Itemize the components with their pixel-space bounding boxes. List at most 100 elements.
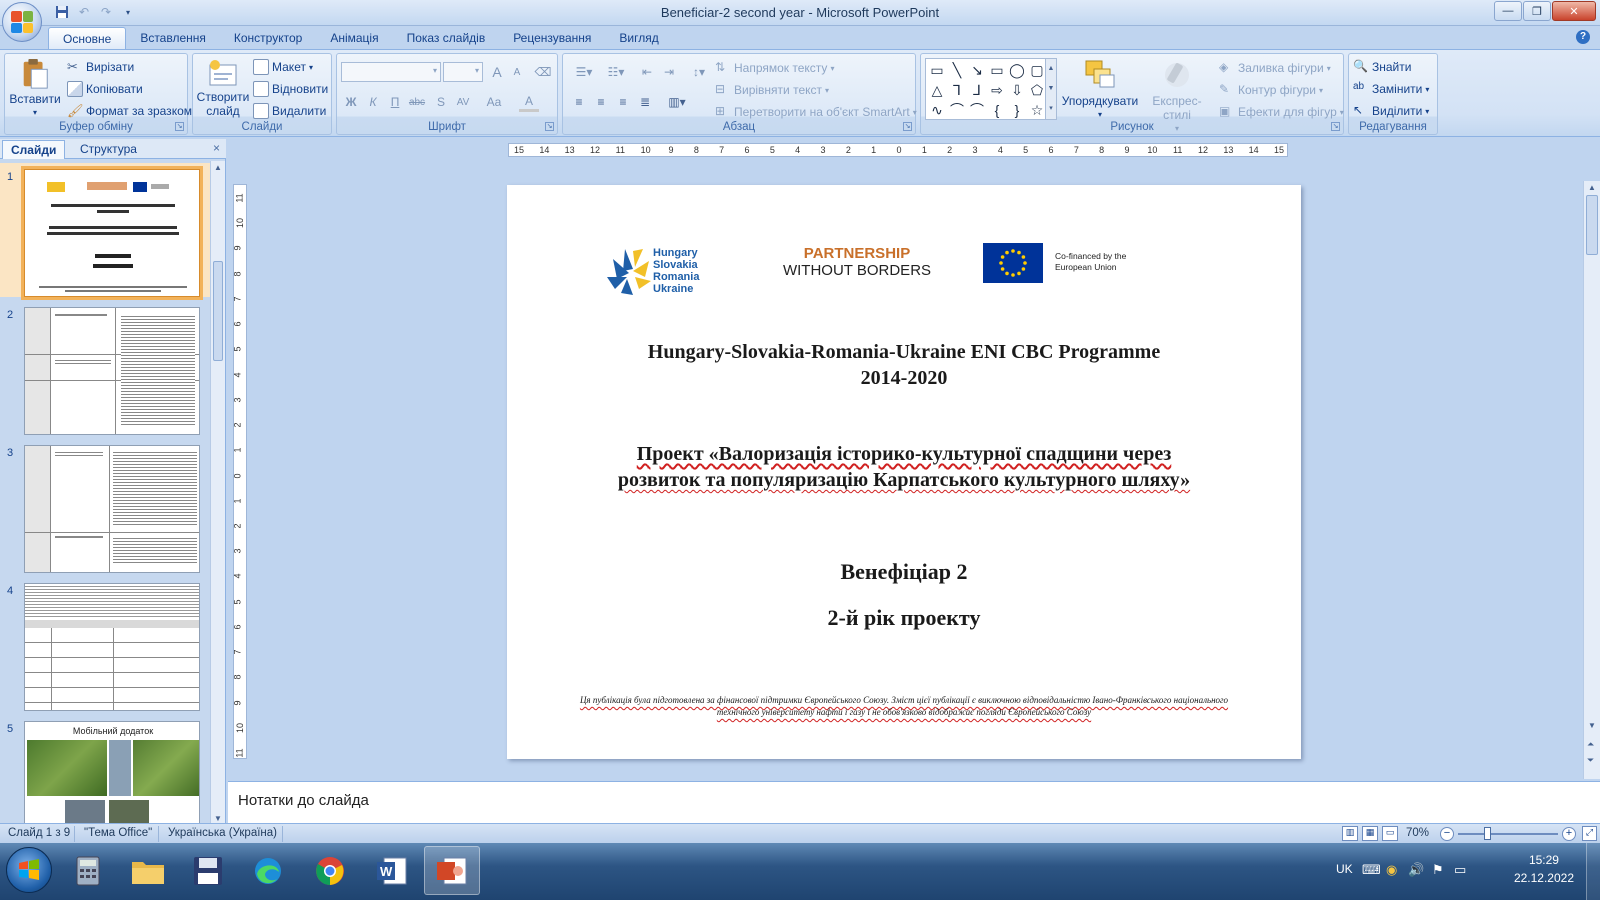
- shrink-font-button[interactable]: A: [507, 62, 527, 82]
- shape-effects-button[interactable]: ▣ Ефекти для фігур ▾: [1219, 104, 1344, 120]
- shapes-gallery-scroll[interactable]: ▲ ▼ ▾: [1045, 58, 1057, 120]
- star-shape-icon[interactable]: ☆: [1028, 101, 1046, 119]
- replace-button[interactable]: ab Замінити ▾: [1353, 81, 1429, 97]
- numbering-button[interactable]: ☷▾: [601, 62, 631, 82]
- cut-button[interactable]: ✂ Вирізати: [67, 59, 134, 75]
- rounded-rect-shape-icon[interactable]: ▢: [1028, 61, 1046, 79]
- align-center-icon[interactable]: ≡: [591, 92, 611, 112]
- horizontal-ruler[interactable]: 15 14 13 12 11 10 9 8 7 6 5 4 3 2 1 0 1 2 3 4 5 6 7 8 9 10 11 12 13 1…: [508, 143, 1288, 157]
- update-icon[interactable]: ◉: [1386, 862, 1397, 878]
- rectangle-shape-icon[interactable]: ▭: [988, 61, 1006, 79]
- help-icon[interactable]: ?: [1576, 30, 1590, 44]
- taskbar-explorer[interactable]: [120, 846, 176, 895]
- arrow-shape-icon[interactable]: ↘: [968, 61, 986, 79]
- select-button[interactable]: ↖ Виділити ▾: [1353, 103, 1429, 119]
- taskbar-save-app[interactable]: [180, 846, 236, 895]
- clear-formatting-icon[interactable]: ⌫: [533, 62, 553, 82]
- zoom-out-icon[interactable]: −: [1440, 827, 1454, 841]
- grow-font-button[interactable]: A: [487, 62, 507, 82]
- tab-animations[interactable]: Анімація: [316, 27, 392, 50]
- slide-thumbnail-4[interactable]: 4: [0, 577, 210, 711]
- tab-slide-show[interactable]: Показ слайдів: [393, 27, 500, 50]
- bullets-button[interactable]: ☰▾: [569, 62, 599, 82]
- slide-sorter-view-icon[interactable]: ▦: [1362, 826, 1378, 841]
- shape-fill-button[interactable]: ◈ Заливка фігури ▾: [1219, 60, 1331, 76]
- align-right-icon[interactable]: ≡: [613, 92, 633, 112]
- right-arrow-shape-icon[interactable]: ⇨: [988, 81, 1006, 99]
- tab-slides[interactable]: Слайди: [2, 140, 66, 159]
- elbow-connector-icon[interactable]: ⅂: [948, 81, 966, 99]
- layout-button[interactable]: Макет ▾: [253, 59, 313, 75]
- change-case-button[interactable]: Aa: [481, 92, 507, 112]
- italic-button[interactable]: К: [363, 92, 383, 112]
- justify-icon[interactable]: ≣: [635, 92, 655, 112]
- taskbar-calculator[interactable]: [60, 846, 116, 895]
- arrange-button[interactable]: Упорядкувати ▾: [1062, 58, 1138, 122]
- theme-name[interactable]: "Тема Office": [84, 827, 152, 839]
- line-shape-icon[interactable]: ╲: [948, 61, 966, 79]
- strikethrough-button[interactable]: abc: [407, 92, 427, 112]
- font-size-combo[interactable]: ▾: [443, 62, 483, 82]
- arc-shape-icon[interactable]: ⌒: [948, 101, 966, 119]
- font-name-combo[interactable]: ▾: [341, 62, 441, 82]
- format-painter-button[interactable]: 🖌 Формат за зразком: [67, 103, 192, 119]
- copy-button[interactable]: Копіювати: [67, 81, 143, 97]
- increase-indent-icon[interactable]: ⇥: [659, 62, 679, 82]
- curve-shape-icon[interactable]: ∿: [928, 101, 946, 119]
- bracket-shape-icon[interactable]: ⌒: [968, 101, 986, 119]
- textbox-shape-icon[interactable]: ▭: [928, 61, 946, 79]
- bold-button[interactable]: Ж: [341, 92, 361, 112]
- scroll-down-icon[interactable]: ▼: [1588, 721, 1596, 730]
- restore-button[interactable]: ❐: [1523, 1, 1551, 21]
- slide-show-view-icon[interactable]: ▭: [1382, 826, 1398, 841]
- scroll-thumb[interactable]: [213, 261, 223, 361]
- scroll-up-icon[interactable]: ▲: [214, 163, 222, 172]
- find-button[interactable]: 🔍 Знайти: [1353, 59, 1411, 75]
- line-spacing-icon[interactable]: ↕▾: [685, 62, 713, 82]
- zoom-slider-thumb[interactable]: [1484, 827, 1491, 840]
- elbow-arrow-icon[interactable]: ⅃: [968, 81, 986, 99]
- zoom-in-icon[interactable]: +: [1562, 827, 1576, 841]
- dialog-launcher-icon[interactable]: ↘: [1331, 122, 1340, 131]
- brace-right-shape-icon[interactable]: }: [1008, 101, 1026, 119]
- tab-design[interactable]: Конструктор: [220, 27, 316, 50]
- delete-slide-button[interactable]: Видалити: [253, 103, 326, 119]
- text-direction-button[interactable]: ⇅ Напрямок тексту ▾: [715, 60, 834, 76]
- shadow-button[interactable]: S: [431, 92, 451, 112]
- brace-left-shape-icon[interactable]: {: [988, 101, 1006, 119]
- next-slide-icon[interactable]: ⏷: [1587, 755, 1594, 766]
- show-desktop-button[interactable]: [1586, 843, 1600, 900]
- dialog-launcher-icon[interactable]: ↘: [903, 122, 912, 131]
- paste-button[interactable]: Вставити ▾: [9, 58, 61, 120]
- flowchart-shape-icon[interactable]: ⬠: [1028, 81, 1046, 99]
- taskbar-edge[interactable]: [240, 846, 296, 895]
- close-pane-icon[interactable]: ×: [213, 141, 220, 155]
- slide-thumbnail-1[interactable]: 1: [0, 163, 210, 300]
- scroll-down-icon[interactable]: ▼: [214, 814, 222, 823]
- office-button[interactable]: [2, 2, 42, 42]
- tab-insert[interactable]: Вставлення: [126, 27, 220, 50]
- slide-scrollbar[interactable]: ▲ ▼ ⏶ ⏷: [1583, 181, 1600, 779]
- decrease-indent-icon[interactable]: ⇤: [637, 62, 657, 82]
- slide-thumbnail-3[interactable]: 3: [0, 439, 210, 573]
- down-arrow-shape-icon[interactable]: ⇩: [1008, 81, 1026, 99]
- zoom-level[interactable]: 70%: [1406, 827, 1429, 839]
- keyboard-language[interactable]: UK: [1336, 862, 1353, 876]
- align-text-button[interactable]: ⊟ Вирівняти текст ▾: [715, 82, 829, 98]
- columns-icon[interactable]: ▥▾: [663, 92, 691, 112]
- tab-view[interactable]: Вигляд: [605, 27, 672, 50]
- pane-scrollbar[interactable]: ▲ ▼: [210, 161, 225, 825]
- shapes-gallery[interactable]: ▭ ╲ ↘ ▭ ◯ ▢ △ ⅂ ⅃ ⇨ ⇩ ⬠ ∿ ⌒ ⌒ { } ☆: [925, 58, 1053, 120]
- minimize-button[interactable]: —: [1494, 1, 1522, 21]
- flag-icon[interactable]: ⚑: [1432, 862, 1444, 878]
- slide-canvas[interactable]: Hungary Slovakia Romania Ukraine PARTNER…: [507, 185, 1301, 759]
- taskbar-powerpoint[interactable]: [424, 846, 480, 895]
- scroll-thumb[interactable]: [1586, 195, 1598, 255]
- tab-outline[interactable]: Структура: [72, 140, 145, 159]
- tab-home[interactable]: Основне: [48, 27, 127, 50]
- align-left-icon[interactable]: ≡: [569, 92, 589, 112]
- network-icon[interactable]: ▭: [1454, 862, 1466, 878]
- previous-slide-icon[interactable]: ⏶: [1587, 739, 1594, 750]
- slide-thumbnail-2[interactable]: 2: [0, 301, 210, 435]
- notes-pane[interactable]: Нотатки до слайда: [228, 781, 1600, 823]
